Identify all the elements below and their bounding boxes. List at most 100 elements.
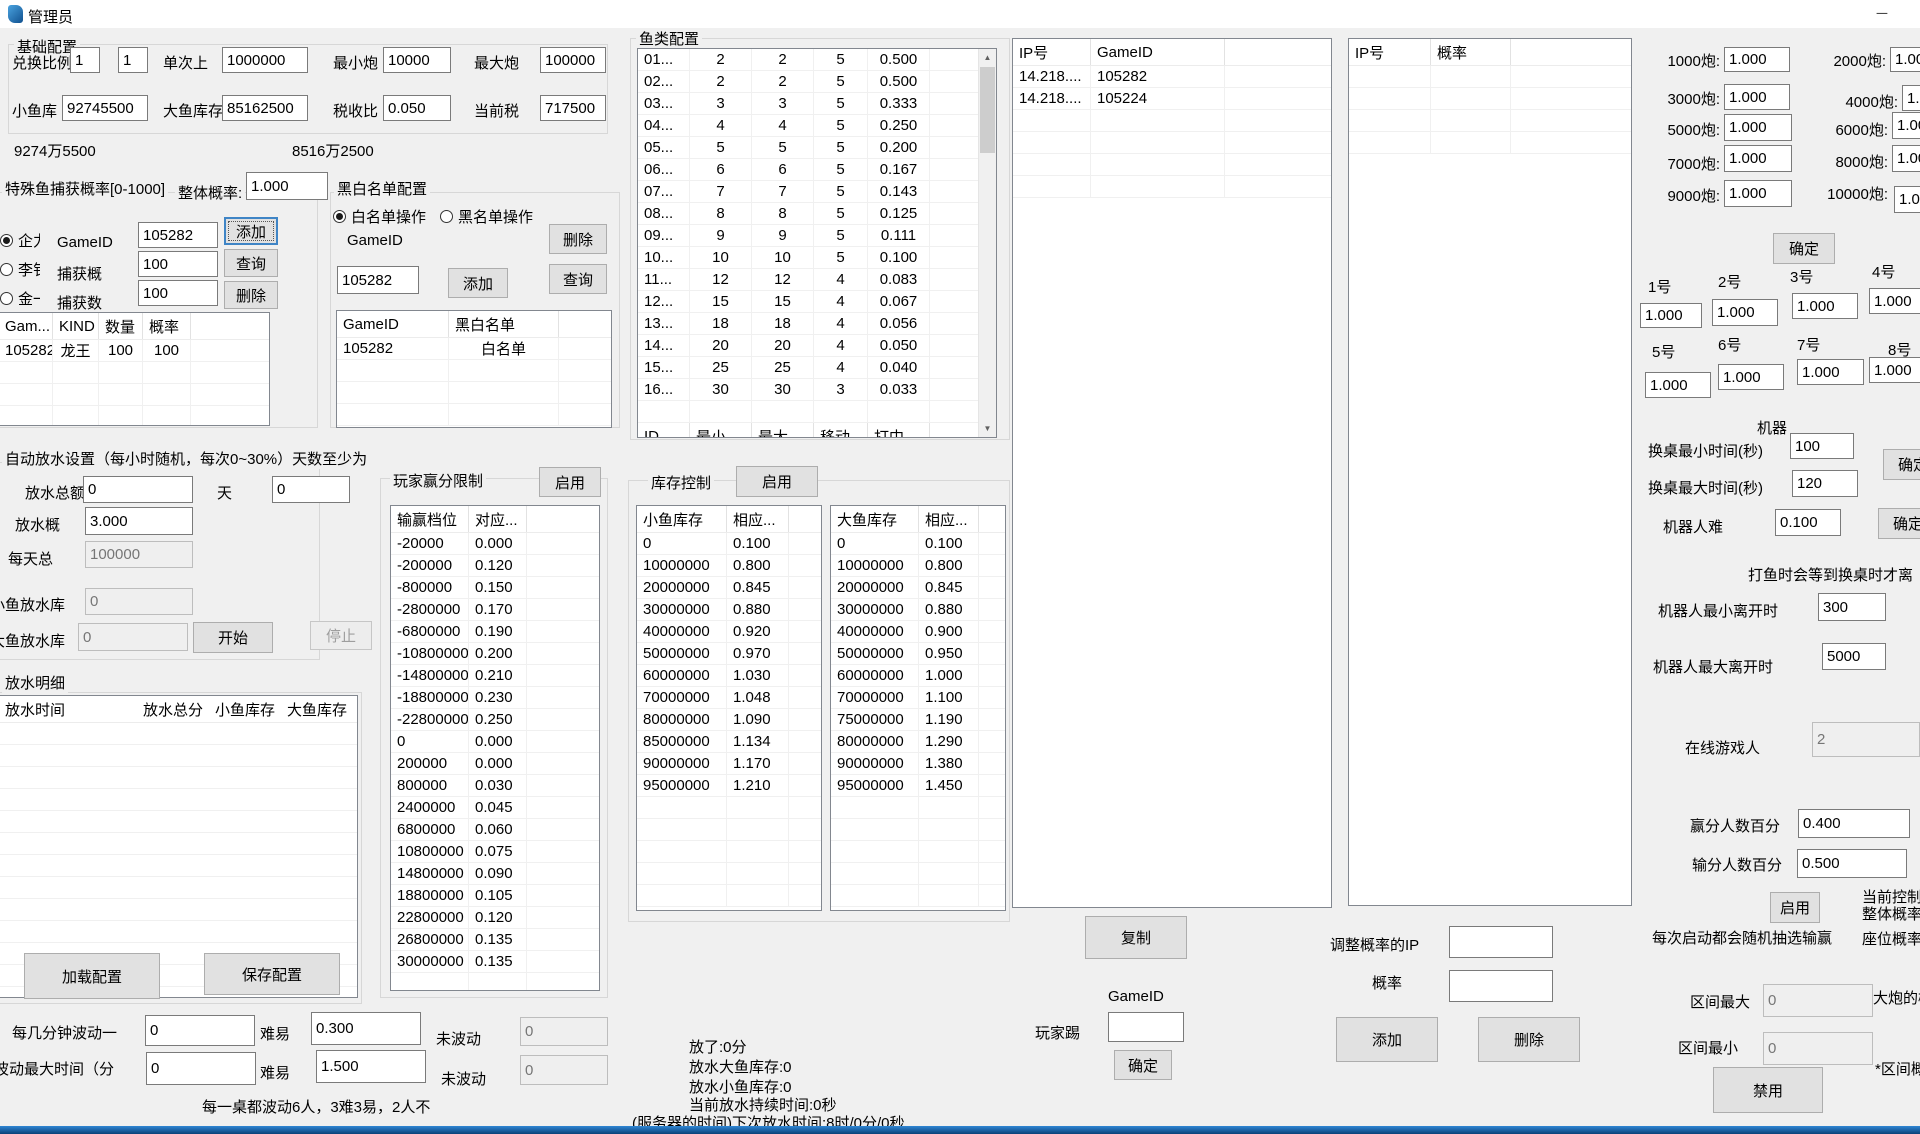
table-row[interactable]: 400000000.900 [831, 621, 1005, 643]
disable-button[interactable]: 禁用 [1713, 1067, 1823, 1113]
table-row[interactable]: 850000001.134 [637, 731, 821, 753]
adjust-ip-input[interactable] [1449, 926, 1553, 958]
seat-1-input[interactable] [1640, 303, 1702, 328]
table-row[interactable]: 14.218....105224 [1013, 88, 1331, 110]
current-tax-input[interactable] [540, 95, 606, 121]
table-row[interactable]: 268000000.135 [391, 929, 599, 951]
table-row[interactable]: 105282白名单 [337, 338, 611, 360]
robot-confirm-button[interactable]: 确定 [1878, 508, 1920, 539]
column-header[interactable]: IP号 [1349, 39, 1431, 65]
table-row[interactable]: 14.218....105282 [1013, 66, 1331, 88]
fish-config-table[interactable]: 01...2250.50002...2250.50003...3350.3330… [637, 48, 997, 438]
table-row[interactable]: 11...121240.083 [638, 269, 996, 291]
table-row[interactable]: 900000001.380 [831, 753, 1005, 775]
cannon-8000-input[interactable] [1892, 145, 1920, 172]
cannon-2000-input[interactable] [1890, 47, 1920, 72]
table-row[interactable]: 500000000.970 [637, 643, 821, 665]
table-row[interactable]: -188000000.230 [391, 687, 599, 709]
column-header[interactable]: 移动... [814, 423, 868, 438]
column-header[interactable]: Gam... [0, 313, 53, 339]
seat-8-input[interactable] [1869, 357, 1920, 383]
drain-day-input[interactable] [272, 476, 350, 503]
scroll-down-icon[interactable]: ▼ [979, 420, 996, 437]
table-row[interactable]: 700000001.100 [831, 687, 1005, 709]
cannon-5000-input[interactable] [1724, 114, 1792, 141]
tax-input[interactable] [383, 95, 451, 121]
column-header[interactable]: GameID [1091, 39, 1225, 65]
table-row[interactable]: -228000000.250 [391, 709, 599, 731]
bw-add-button[interactable]: 添加 [448, 268, 508, 298]
table-row[interactable]: 300000000.135 [391, 951, 599, 973]
table-row[interactable]: 500000000.950 [831, 643, 1005, 665]
robot-min-leave-input[interactable] [1818, 593, 1886, 621]
special-gameid-input[interactable] [138, 222, 218, 248]
column-header[interactable]: 小鱼库存 [637, 506, 727, 532]
column-header[interactable]: IP号 [1013, 39, 1091, 65]
table-row[interactable]: 00.000 [391, 731, 599, 753]
cannon-1000-input[interactable] [1724, 47, 1790, 72]
table-row[interactable]: 300000000.880 [637, 599, 821, 621]
table-row[interactable]: -8000000.150 [391, 577, 599, 599]
win-limit-enable-button[interactable]: 启用 [539, 467, 601, 497]
bw-delete-button[interactable]: 删除 [549, 224, 607, 254]
table-row[interactable]: 01...2250.500 [638, 49, 996, 71]
table-row[interactable]: 400000000.920 [637, 621, 821, 643]
table-row[interactable]: 8000000.030 [391, 775, 599, 797]
table-row[interactable]: -148000000.210 [391, 665, 599, 687]
blackwhite-table[interactable]: GameID黑白名单105282白名单 [336, 310, 612, 428]
table-row[interactable]: 09...9950.111 [638, 225, 996, 247]
column-header[interactable]: KIND [53, 313, 99, 339]
table-row[interactable]: 188000000.105 [391, 885, 599, 907]
table-row[interactable]: 200000000.845 [831, 577, 1005, 599]
table-row[interactable]: 00.100 [831, 533, 1005, 555]
bw-gameid-input[interactable] [337, 266, 419, 294]
column-header[interactable]: 大鱼库存 [831, 506, 919, 532]
scrollbar-thumb[interactable] [980, 67, 995, 153]
table-row[interactable]: 08...8850.125 [638, 203, 996, 225]
wave-diff2-input[interactable] [316, 1050, 426, 1083]
column-header[interactable]: ID [638, 423, 690, 438]
big-store-input[interactable] [222, 95, 308, 121]
table-row[interactable]: 300000000.880 [831, 599, 1005, 621]
column-header[interactable]: 输赢档位 [391, 506, 469, 532]
small-store-input[interactable] [62, 95, 148, 121]
loss-percent-input[interactable] [1797, 849, 1907, 878]
table-row[interactable]: 105282龙王100100 [0, 340, 269, 362]
seat-4-input[interactable] [1869, 288, 1920, 314]
catch-count-input[interactable] [138, 280, 218, 306]
wave-maxtime-input[interactable] [146, 1052, 256, 1085]
ip-prob-table[interactable]: IP号概率 [1348, 38, 1632, 906]
catch-prob-input[interactable] [138, 251, 218, 277]
special-delete-button[interactable]: 删除 [224, 281, 278, 309]
column-header[interactable]: 概率 [1431, 39, 1511, 65]
column-header[interactable]: 黑白名单 [449, 311, 559, 337]
max-cannon-input[interactable] [540, 47, 606, 73]
table-row[interactable]: 108000000.075 [391, 841, 599, 863]
min-table-time-input[interactable] [1790, 433, 1854, 459]
column-header[interactable]: 最小... [690, 423, 752, 438]
table-row[interactable]: 950000001.210 [637, 775, 821, 797]
seat-7-input[interactable] [1797, 359, 1864, 385]
table-row[interactable]: 10...101050.100 [638, 247, 996, 269]
ip-gameid-table[interactable]: IP号GameID14.218....10528214.218....10522… [1012, 38, 1332, 908]
seat-6-input[interactable] [1718, 364, 1784, 390]
special-radio-3[interactable]: 金一 [0, 288, 40, 309]
small-fish-stock-table[interactable]: 小鱼库存相应...00.100100000000.800200000000.84… [636, 505, 822, 911]
column-header[interactable]: 小鱼库存 [209, 696, 281, 722]
whitelist-radio[interactable]: 白名单操作 [333, 206, 426, 227]
max-table-time-input[interactable] [1792, 470, 1858, 497]
overall-prob-input[interactable] [246, 172, 328, 200]
table-row[interactable]: 200000000.845 [637, 577, 821, 599]
special-radio-1[interactable]: 企力 [0, 230, 40, 251]
seat-3-input[interactable] [1792, 293, 1858, 319]
table-row[interactable]: -108000000.200 [391, 643, 599, 665]
table-row[interactable]: -28000000.170 [391, 599, 599, 621]
table-row[interactable]: 700000001.048 [637, 687, 821, 709]
exchange-ratio-input-2[interactable] [118, 47, 148, 73]
table-row[interactable]: 16...303030.033 [638, 379, 996, 401]
column-header[interactable]: 放水总分 [137, 696, 209, 722]
special-fish-table[interactable]: Gam...KIND数量概率105282龙王100100 [0, 312, 270, 426]
table-time-confirm-button[interactable]: 确定 [1883, 449, 1920, 480]
column-header[interactable]: 打中... [868, 423, 930, 438]
wave-diff1-input[interactable] [311, 1012, 421, 1045]
